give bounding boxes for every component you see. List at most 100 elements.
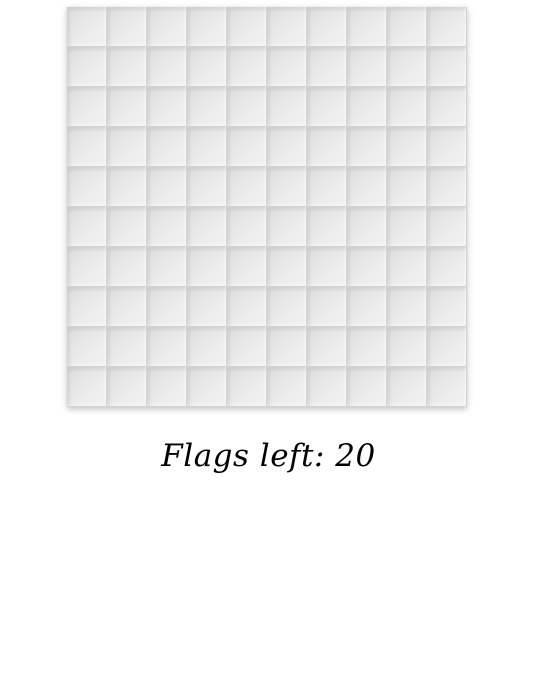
board-cell[interactable] [307,87,347,127]
board-cell[interactable] [147,207,187,247]
board-cell[interactable] [347,287,387,327]
board-cell[interactable] [387,287,427,327]
board-cell[interactable] [187,327,227,367]
board-cell[interactable] [107,367,147,407]
board-cell[interactable] [67,7,107,47]
board-cell[interactable] [307,287,347,327]
board-cell[interactable] [227,247,267,287]
board-cell[interactable] [227,127,267,167]
board-cell[interactable] [347,247,387,287]
board-cell[interactable] [267,247,307,287]
board-cell[interactable] [187,167,227,207]
board-cell[interactable] [107,127,147,167]
board-cell[interactable] [147,7,187,47]
board-cell[interactable] [267,167,307,207]
board-cell[interactable] [67,327,107,367]
board-cell[interactable] [307,167,347,207]
board-cell[interactable] [227,367,267,407]
board-cell[interactable] [147,327,187,367]
board-cell[interactable] [427,287,467,327]
board-cell[interactable] [347,7,387,47]
board-cell[interactable] [187,247,227,287]
board-cell[interactable] [267,7,307,47]
board-cell[interactable] [107,7,147,47]
board-cell[interactable] [67,47,107,87]
board-cell[interactable] [347,167,387,207]
board-cell[interactable] [147,247,187,287]
board-cell[interactable] [267,87,307,127]
board-cell[interactable] [107,287,147,327]
board-cell[interactable] [107,87,147,127]
board-cell[interactable] [387,47,427,87]
board-cell[interactable] [347,367,387,407]
board-cell[interactable] [67,367,107,407]
board-cell[interactable] [387,367,427,407]
board-cell[interactable] [187,7,227,47]
board-cell[interactable] [107,247,147,287]
board-cell[interactable] [67,127,107,167]
board-cell[interactable] [147,127,187,167]
board-cell[interactable] [387,247,427,287]
board-cell[interactable] [307,127,347,167]
board-cell[interactable] [347,207,387,247]
board-cell[interactable] [347,127,387,167]
board-cell[interactable] [67,167,107,207]
board-cell[interactable] [267,207,307,247]
board-cell[interactable] [107,47,147,87]
board-cell[interactable] [227,7,267,47]
board-cell[interactable] [147,287,187,327]
board-cell[interactable] [347,327,387,367]
board-cell[interactable] [427,47,467,87]
board-cell[interactable] [307,327,347,367]
board-cell[interactable] [107,207,147,247]
board-cell[interactable] [427,127,467,167]
board-cell[interactable] [147,87,187,127]
board-cell[interactable] [427,247,467,287]
board-cell[interactable] [187,127,227,167]
board-cell[interactable] [427,167,467,207]
board-cell[interactable] [227,287,267,327]
board-cell[interactable] [67,287,107,327]
board-cell[interactable] [147,367,187,407]
board-cell[interactable] [107,167,147,207]
board-cell[interactable] [267,127,307,167]
board-cell[interactable] [267,47,307,87]
board-cell[interactable] [187,287,227,327]
board-cell[interactable] [67,247,107,287]
board-cell[interactable] [267,367,307,407]
board-cell[interactable] [147,47,187,87]
board-cell[interactable] [347,47,387,87]
board-cell[interactable] [67,87,107,127]
board-cell[interactable] [387,127,427,167]
board-cell[interactable] [187,87,227,127]
board-cell[interactable] [307,47,347,87]
board-cell[interactable] [107,327,147,367]
board-cell[interactable] [427,87,467,127]
board-cell[interactable] [427,327,467,367]
board-cell[interactable] [267,327,307,367]
board-cell[interactable] [227,167,267,207]
board-cell[interactable] [227,207,267,247]
board-cell[interactable] [227,47,267,87]
board-cell[interactable] [427,207,467,247]
board-cell[interactable] [67,207,107,247]
board-cell[interactable] [427,367,467,407]
board-cell[interactable] [387,327,427,367]
board-cell[interactable] [187,367,227,407]
board-cell[interactable] [307,367,347,407]
board-cell[interactable] [227,327,267,367]
board-cell[interactable] [427,7,467,47]
board-cell[interactable] [387,7,427,47]
board-cell[interactable] [147,167,187,207]
board-cell[interactable] [307,247,347,287]
board-cell[interactable] [387,87,427,127]
board-cell[interactable] [227,87,267,127]
board-cell[interactable] [187,47,227,87]
board-cell[interactable] [387,207,427,247]
board-cell[interactable] [267,287,307,327]
board-cell[interactable] [307,7,347,47]
board-cell[interactable] [307,207,347,247]
board-cell[interactable] [387,167,427,207]
board-cell[interactable] [347,87,387,127]
board-cell[interactable] [187,207,227,247]
